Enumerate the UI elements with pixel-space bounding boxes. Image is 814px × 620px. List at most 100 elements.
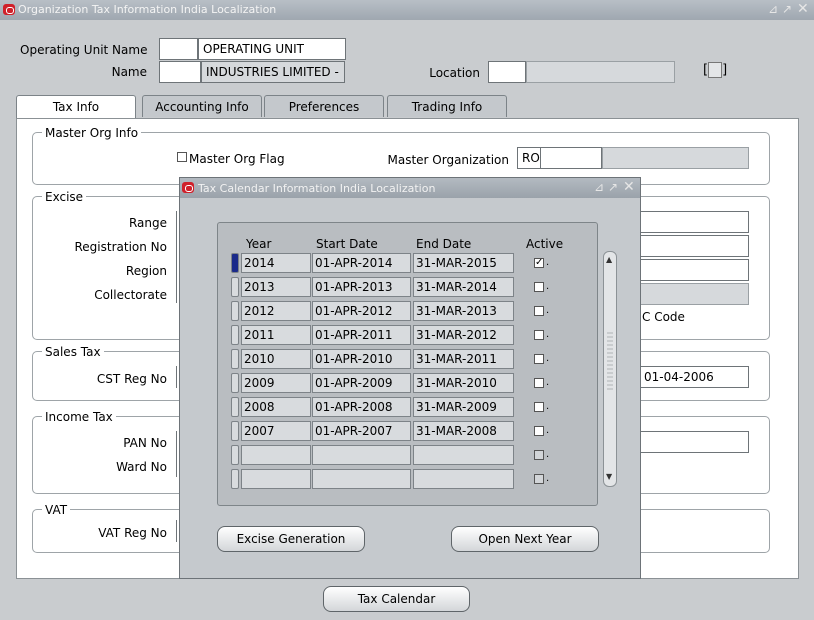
row-selector[interactable] [231,397,239,417]
year-cell[interactable]: 2013 [241,277,311,297]
tab-trading-info[interactable]: Trading Info [387,95,507,117]
row-selector[interactable] [231,421,239,441]
active-checkbox[interactable] [534,450,544,460]
name-label: Name [111,65,147,79]
name-code-field[interactable] [159,61,201,83]
year-cell[interactable] [241,445,311,465]
income-tax-extra-field[interactable] [640,431,749,453]
start-date-cell[interactable]: 01-APR-2012 [312,301,411,321]
active-checkbox[interactable] [534,402,544,412]
close-icon[interactable]: ✕ [623,179,635,195]
maximize-icon[interactable]: ↗ [608,180,618,194]
year-cell[interactable]: 2010 [241,349,311,369]
active-checkbox[interactable] [534,330,544,340]
scroll-down-icon[interactable]: ▼ [606,472,612,481]
active-marker: . [546,449,550,460]
active-marker: . [546,281,550,292]
row-selector[interactable] [231,469,239,489]
year-cell[interactable]: 2011 [241,325,311,345]
end-date-cell[interactable]: 31-MAR-2013 [413,301,514,321]
operating-unit-field[interactable]: OPERATING UNIT [198,38,346,60]
tab-preferences[interactable]: Preferences [264,95,384,117]
row-selector[interactable] [231,301,239,321]
year-cell[interactable]: 2012 [241,301,311,321]
minimize-icon[interactable]: ⊿ [594,180,604,194]
scroll-up-icon[interactable]: ▲ [606,255,612,264]
row-selector[interactable] [231,277,239,297]
start-date-cell[interactable]: 01-APR-2011 [312,325,411,345]
tab-tax-info[interactable]: Tax Info [16,95,136,119]
start-date-cell[interactable]: 01-APR-2009 [312,373,411,393]
maximize-icon[interactable]: ↗ [782,2,792,16]
window-titlebar: Organization Tax Information India Local… [0,0,814,20]
year-cell[interactable] [241,469,311,489]
active-checkbox[interactable]: ✓ [534,258,544,268]
dialog-title: Tax Calendar Information India Localizat… [198,182,436,195]
close-icon[interactable]: ✕ [797,1,809,17]
active-checkbox[interactable] [534,426,544,436]
end-date-cell[interactable]: 31-MAR-2010 [413,373,514,393]
minimize-icon[interactable]: ⊿ [768,2,778,16]
end-date-cell[interactable]: 31-MAR-2015 [413,253,514,273]
collectorate-field [640,283,749,305]
row-selector[interactable] [231,445,239,465]
column-header-active: Active [526,237,564,251]
tax-calendar-grid: Year Start Date End Date Active 2014 01-A… [217,222,617,506]
year-cell[interactable]: 2007 [241,421,311,441]
year-cell[interactable]: 2014 [241,253,311,273]
cst-reg-label: CST Reg No [96,372,167,386]
row-selector[interactable] [231,373,239,393]
end-date-cell[interactable]: 31-MAR-2012 [413,325,514,345]
scroll-thumb[interactable] [607,332,613,392]
excise-generation-button[interactable]: Excise Generation [217,526,365,552]
vat-group-title: VAT [42,503,71,517]
operating-unit-code-field[interactable] [159,38,198,60]
year-cell[interactable]: 2008 [241,397,311,417]
end-date-cell[interactable] [413,445,514,465]
end-date-cell[interactable] [413,469,514,489]
start-date-cell[interactable] [312,445,411,465]
master-org-label: Master Organization [387,153,509,167]
vertical-scrollbar[interactable]: ▲ ▼ [603,251,617,487]
start-date-cell[interactable]: 01-APR-2014 [312,253,411,273]
region-field[interactable] [640,259,749,281]
row-selector[interactable] [231,325,239,345]
start-date-cell[interactable]: 01-APR-2013 [312,277,411,297]
start-date-cell[interactable] [312,469,411,489]
end-date-cell[interactable]: 31-MAR-2011 [413,349,514,369]
tax-calendar-button[interactable]: Tax Calendar [323,586,470,612]
tax-calendar-dialog: Tax Calendar Information India Localizat… [179,177,641,579]
column-header-year: Year [246,237,272,251]
start-date-cell[interactable]: 01-APR-2007 [312,421,411,441]
descriptive-flexfield[interactable]: [] [703,62,733,82]
tab-accounting-info[interactable]: Accounting Info [142,95,262,117]
active-checkbox[interactable] [534,282,544,292]
master-org-name [602,147,749,169]
row-selector[interactable] [231,349,239,369]
registration-field[interactable] [640,235,749,257]
end-date-cell[interactable]: 31-MAR-2014 [413,277,514,297]
excise-group-title: Excise [42,190,87,204]
column-header-start-date: Start Date [316,237,378,251]
open-next-year-button[interactable]: Open Next Year [451,526,599,552]
operating-unit-label: Operating Unit Name [20,43,148,57]
active-marker: . [546,425,550,436]
master-org-field[interactable] [540,147,602,169]
range-label: Range [128,216,167,230]
end-date-cell[interactable]: 31-MAR-2009 [413,397,514,417]
active-checkbox[interactable] [534,306,544,316]
start-date-cell[interactable]: 01-APR-2010 [312,349,411,369]
location-code-field[interactable] [488,61,526,83]
active-checkbox[interactable] [534,354,544,364]
active-checkbox[interactable] [534,378,544,388]
cst-date-field[interactable]: 01-04-2006 [640,366,749,388]
ward-label: Ward No [116,460,167,474]
end-date-cell[interactable]: 31-MAR-2008 [413,421,514,441]
start-date-cell[interactable]: 01-APR-2008 [312,397,411,417]
year-cell[interactable]: 2009 [241,373,311,393]
active-checkbox[interactable] [534,474,544,484]
region-label: Region [125,264,167,278]
row-selector[interactable] [231,253,239,273]
master-org-flag-checkbox[interactable] [177,152,187,162]
range-field[interactable] [640,211,749,233]
